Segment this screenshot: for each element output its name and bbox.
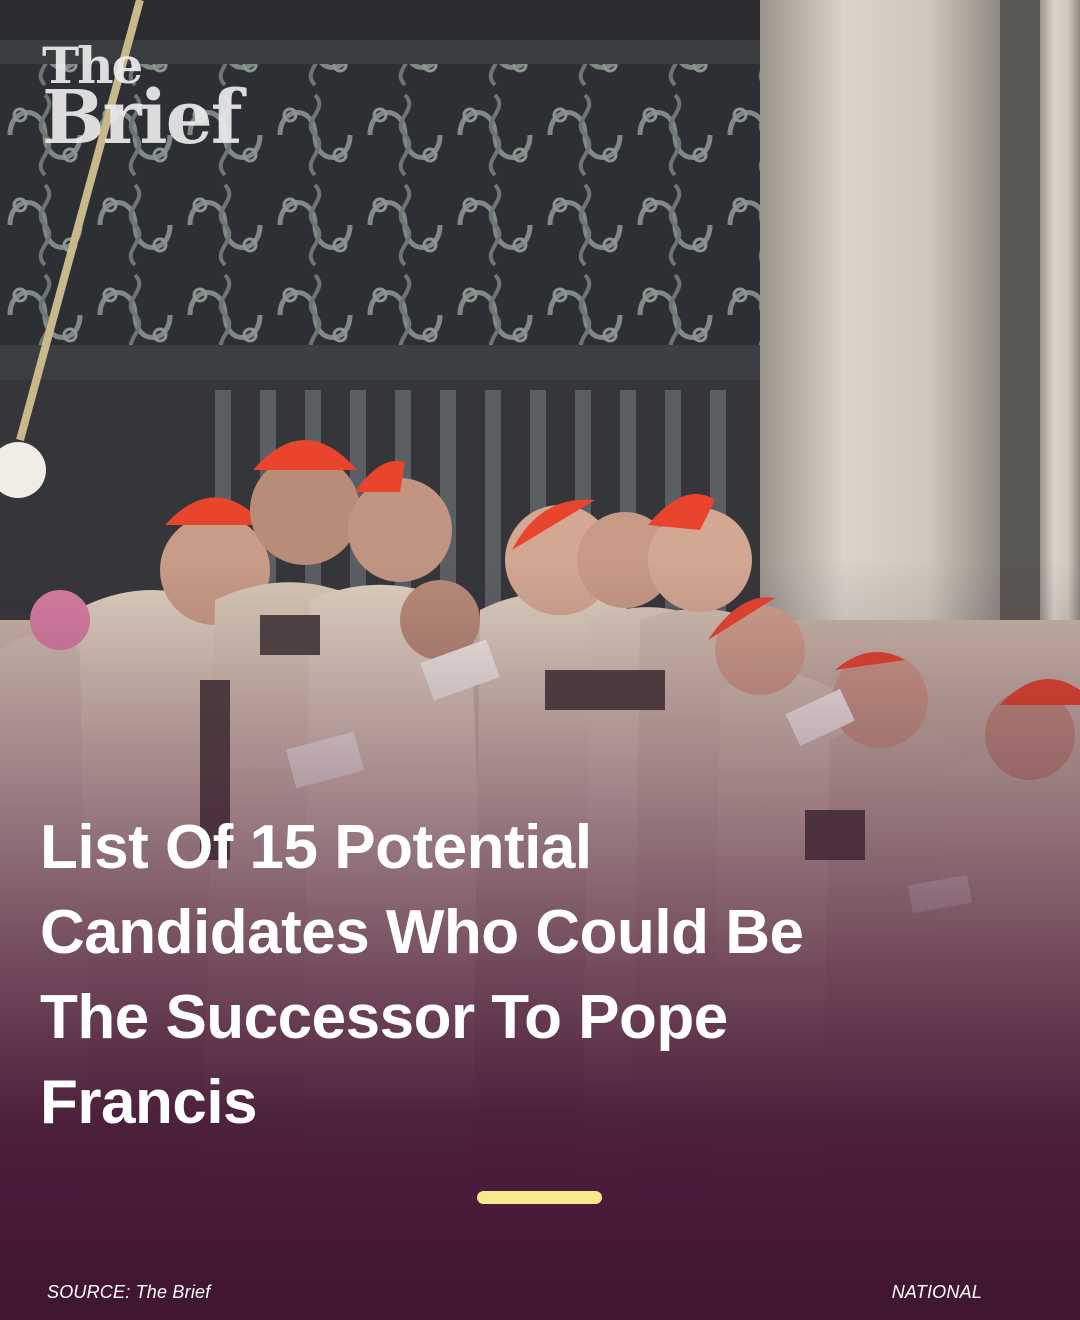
- news-card: The Brief List Of 15 Potential Candidate…: [0, 0, 1080, 1320]
- accent-bar: [477, 1191, 602, 1204]
- logo-word-brief: Brief: [42, 75, 243, 161]
- source-label: SOURCE: The Brief: [47, 1282, 211, 1302]
- headline: List Of 15 Potential Candidates Who Coul…: [40, 813, 804, 1137]
- category-label: NATIONAL: [891, 1282, 982, 1302]
- brand-logo: The Brief: [42, 41, 243, 161]
